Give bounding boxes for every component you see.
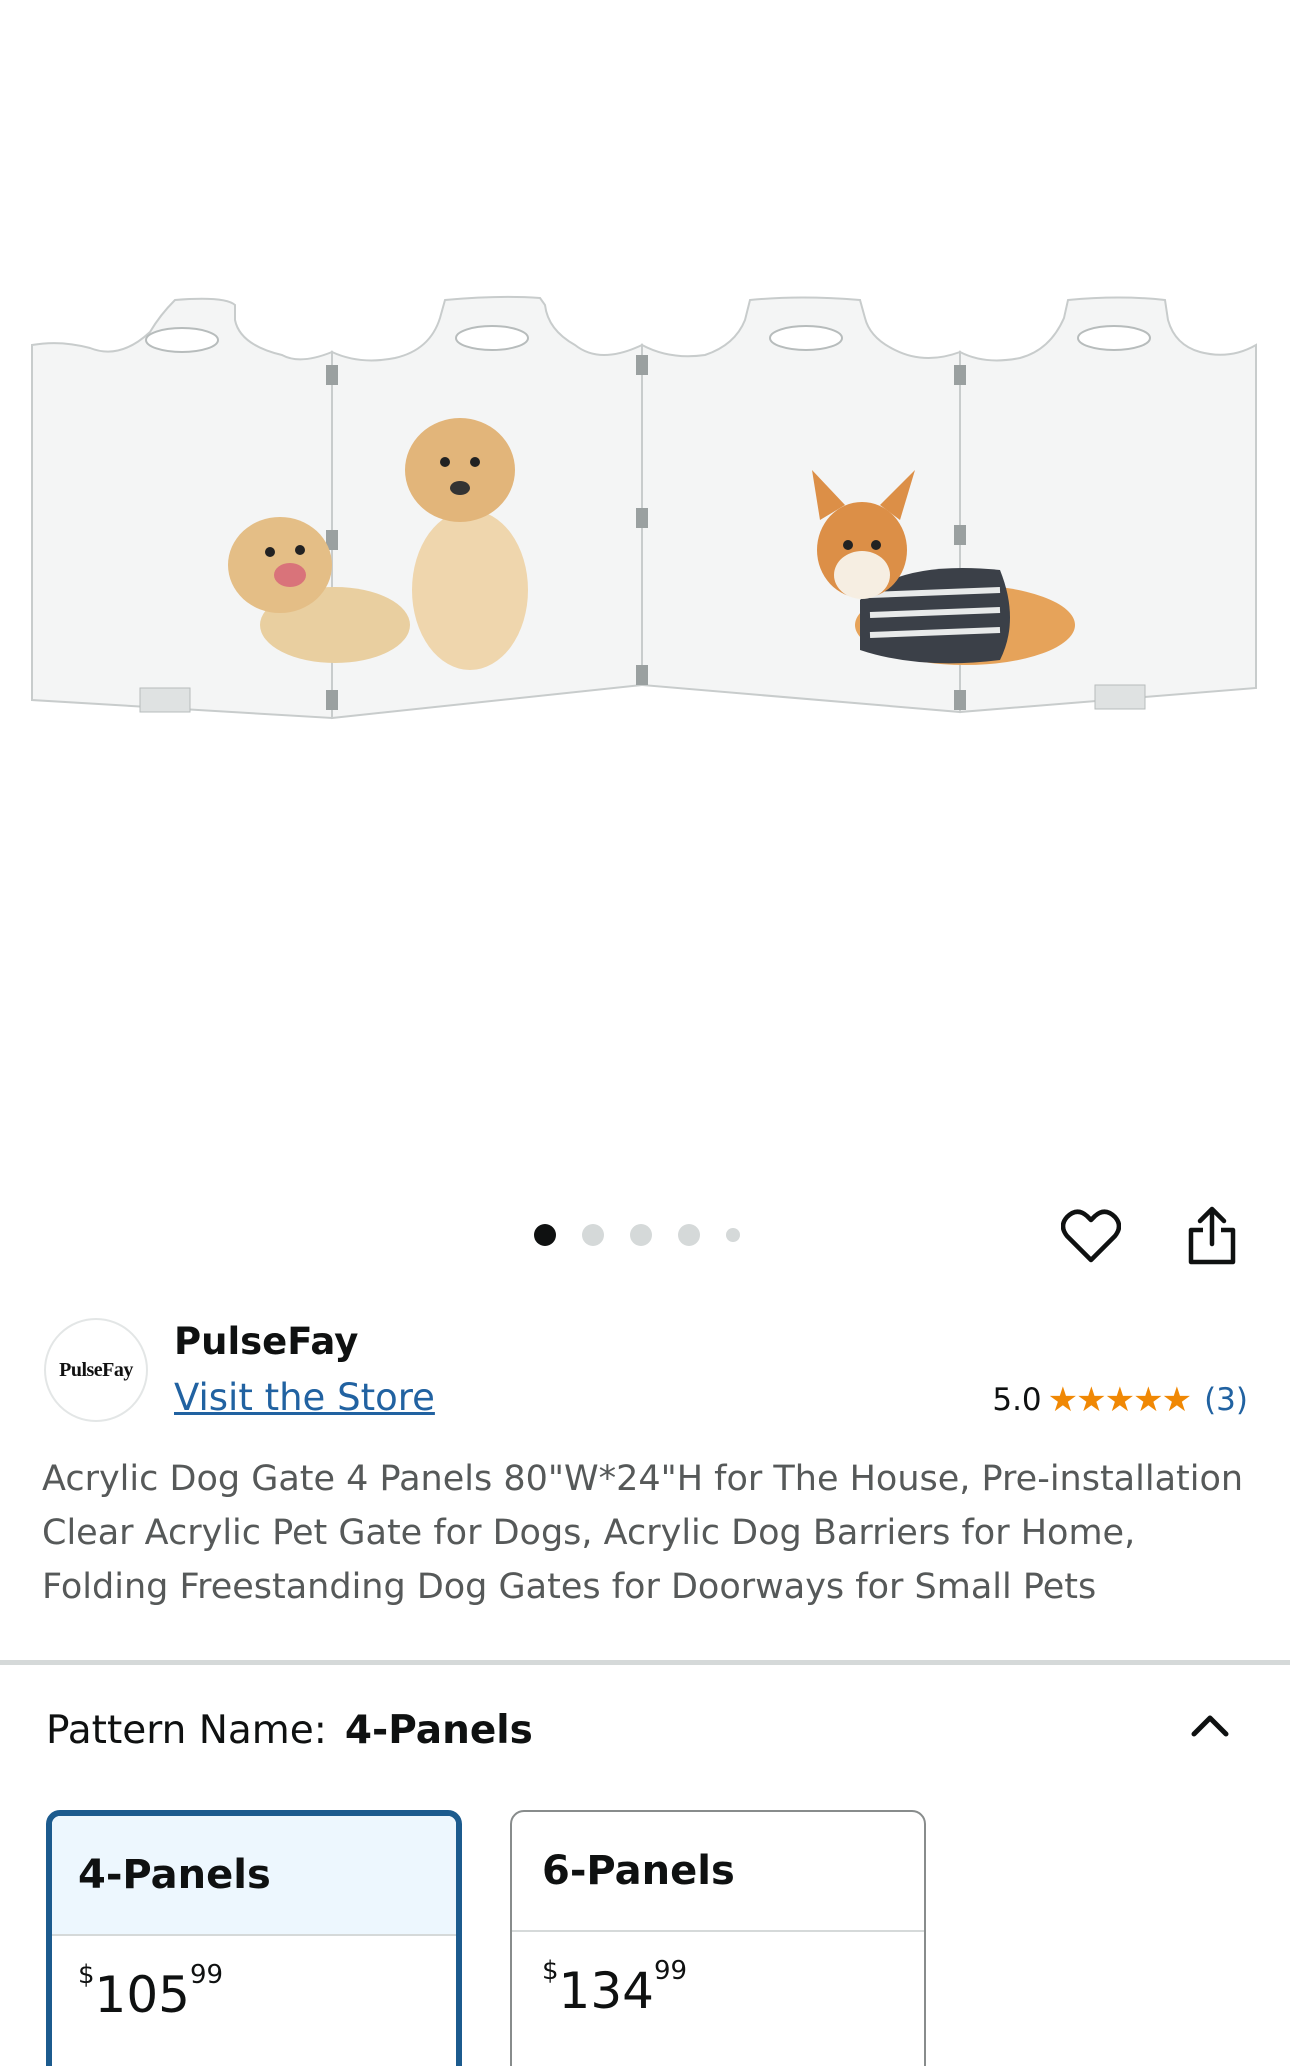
chevron-up-icon	[1191, 1715, 1229, 1737]
rating-summary[interactable]: 5.0 ★★★★★ (3)	[992, 1380, 1248, 1420]
carousel-dot-3[interactable]	[630, 1224, 652, 1246]
option-price: $13499	[512, 1932, 924, 2020]
brand-name: PulseFay	[174, 1320, 359, 1363]
carousel-dot-5[interactable]	[726, 1228, 740, 1242]
product-title: Acrylic Dog Gate 4 Panels 80"W*24"H for …	[42, 1459, 1244, 1607]
carousel-dot-1[interactable]	[534, 1224, 556, 1246]
variation-selected-value: 4-Panels	[344, 1708, 533, 1753]
variation-option-4-panels[interactable]: 4-Panels $10599	[46, 1810, 462, 2066]
price-currency: $	[542, 1956, 559, 1986]
carousel-dot-2[interactable]	[582, 1224, 604, 1246]
collapse-variations-button[interactable]	[1182, 1698, 1238, 1754]
price-fraction: 99	[653, 1956, 688, 1986]
brand-logo[interactable]: PulseFay	[44, 1318, 148, 1422]
image-carousel-indicator[interactable]	[534, 1224, 766, 1246]
brand-logo-text: PulseFay	[59, 1358, 133, 1381]
price-whole: 105	[94, 1966, 190, 2024]
variation-label-text: Pattern Name:	[46, 1708, 327, 1753]
favorite-button[interactable]	[1055, 1200, 1127, 1272]
option-name: 6-Panels	[512, 1812, 924, 1932]
option-name: 4-Panels	[52, 1816, 456, 1936]
star-rating-icon: ★★★★★	[1047, 1380, 1192, 1420]
share-icon	[1188, 1206, 1236, 1265]
rating-score: 5.0	[992, 1382, 1042, 1418]
variation-option-6-panels[interactable]: 6-Panels $13499	[510, 1810, 926, 2066]
section-divider	[0, 1660, 1290, 1665]
rating-count-link[interactable]: (3)	[1204, 1382, 1248, 1418]
price-currency: $	[78, 1960, 95, 1990]
acrylic-dog-gate-image	[31, 295, 1257, 720]
product-image[interactable]	[0, 0, 1290, 1200]
variation-label: Pattern Name: 4-Panels	[46, 1708, 533, 1753]
price-whole: 134	[558, 1962, 654, 2020]
share-button[interactable]	[1176, 1200, 1248, 1272]
visit-store-link[interactable]: Visit the Store	[174, 1376, 435, 1419]
option-price: $10599	[52, 1936, 456, 2024]
carousel-dot-4[interactable]	[678, 1224, 700, 1246]
heart-icon	[1061, 1209, 1121, 1263]
price-fraction: 99	[189, 1960, 224, 1990]
